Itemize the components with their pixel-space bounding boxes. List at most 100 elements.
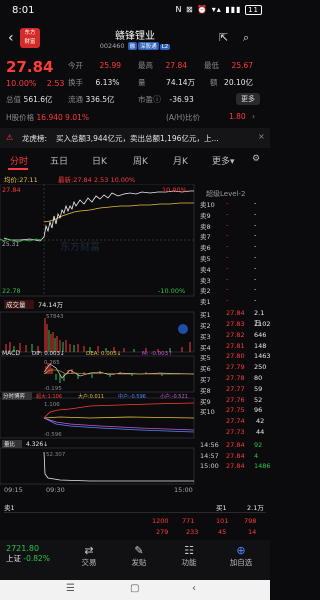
- bid-row: 买3 27.82 646: [200, 331, 270, 342]
- ask-row: 卖8 - -: [200, 221, 270, 232]
- macd-dif-line: [43, 363, 195, 379]
- stat-amount: 额 20.10亿: [210, 77, 253, 88]
- stat-float-label: 流通: [68, 95, 83, 104]
- level2-title[interactable]: 超级Level-2: [206, 189, 245, 199]
- dragon-tiger-banner[interactable]: ⚠ 龙虎榜: 买入总额3,944亿元，卖出总额1,196亿元，上... ×: [0, 128, 270, 148]
- flow-big-line: [43, 416, 195, 419]
- home-icon[interactable]: ▢: [130, 583, 139, 594]
- stat-pe: 市盈ⓘ -36.93: [138, 94, 194, 105]
- settings-gear-icon[interactable]: ⚙: [252, 154, 260, 164]
- stock-code: 002460: [99, 42, 125, 50]
- level-price: -: [226, 242, 229, 251]
- ask-row: 卖1 - -: [200, 296, 270, 307]
- menu-icon[interactable]: ☰: [66, 583, 75, 594]
- tab-5day[interactable]: 五日: [50, 154, 68, 167]
- add-watch-icon: ⊕: [236, 544, 246, 557]
- level-label: 卖1: [200, 298, 211, 307]
- level-volume: -: [254, 263, 257, 272]
- level-price: -: [226, 285, 229, 294]
- nav-post[interactable]: ✎ 发贴: [112, 544, 166, 568]
- ob-r2c2: 233: [186, 528, 199, 536]
- level-price: 27.76: [226, 395, 245, 404]
- play-icon[interactable]: [178, 324, 188, 334]
- tab-intraday[interactable]: 分时: [10, 154, 28, 167]
- time-axis-open: 09:30: [46, 486, 65, 494]
- macd-dea: DEA: 0.005↓: [86, 350, 121, 357]
- level-price: 27.80: [226, 352, 245, 361]
- level-volume: -: [254, 242, 257, 251]
- volume-bars: [5, 318, 191, 352]
- back-icon[interactable]: ‹: [192, 583, 196, 594]
- stat-turnover-label: 换手: [68, 78, 83, 87]
- level-label: 卖3: [200, 276, 211, 285]
- chart-tabs: 分时 五日 日K 周K 月K 更多▾ ⚙: [0, 150, 270, 170]
- level-price: 27.78: [226, 374, 245, 382]
- level-volume: -: [254, 274, 257, 283]
- bid-row: 买1 27.84 2.1万: [200, 309, 270, 327]
- tab-daily-k[interactable]: 日K: [92, 154, 107, 167]
- stat-turnover-value: 6.13%: [95, 78, 120, 87]
- level-volume: 250: [254, 363, 267, 372]
- stat-float-value: 336.5亿: [85, 95, 115, 104]
- trade-icon: ⇄: [84, 544, 94, 557]
- level-label: 买2: [200, 322, 211, 330]
- avg-label: 均价:27.11: [4, 174, 38, 184]
- level-volume: -: [254, 296, 257, 305]
- info-icon[interactable]: ⓘ: [153, 95, 161, 104]
- level-volume: -: [254, 231, 257, 240]
- ah-label: (A/H)比价: [166, 113, 201, 122]
- level-label: 卖4: [200, 265, 211, 274]
- ratio-pane-frame: [0, 447, 195, 485]
- avg-value: 27.11: [19, 176, 38, 184]
- nav-add-watch[interactable]: ⊕ 加自选: [214, 544, 268, 568]
- nav-trade-label: 交易: [81, 558, 97, 567]
- search-icon[interactable]: ⌕: [243, 31, 249, 45]
- index-name: 上证: [6, 554, 21, 563]
- level-label: 卖7: [200, 233, 211, 242]
- nav-function[interactable]: ☷ 功能: [162, 544, 216, 568]
- latest-value: 27.84: [73, 176, 92, 184]
- level-volume: 96: [254, 406, 263, 415]
- bid-row-extra: 27.74 42: [200, 417, 270, 428]
- nav-trade[interactable]: ⇄ 交易: [62, 544, 116, 568]
- change-pct: 10.00%: [6, 79, 37, 88]
- axis-top-right: 10.00%: [162, 186, 187, 194]
- level-volume: -: [254, 209, 257, 218]
- level-volume: 1102: [254, 320, 271, 328]
- flow-small-line: [43, 417, 195, 431]
- tick-volume: 1486: [254, 462, 271, 471]
- stat-amount-value: 20.10亿: [224, 78, 254, 87]
- chevron-right-icon: ›: [252, 112, 255, 121]
- tick-time: 15:00: [200, 462, 219, 471]
- flow-super-line: [43, 402, 195, 419]
- tick-row: 14:57 27.84 4: [200, 452, 270, 463]
- tab-weekly-k[interactable]: 周K: [133, 154, 148, 167]
- tab-more-label: 更多: [212, 157, 231, 167]
- stat-volume-label: 量: [138, 78, 146, 87]
- order-summary: 卖1 买1 2.1万 1200 771 101 798 279 233 45 1…: [4, 500, 266, 538]
- stat-high-value: 27.84: [165, 61, 188, 70]
- tab-monthly-k[interactable]: 月K: [173, 154, 188, 167]
- level-volume: 52: [254, 395, 263, 404]
- close-icon[interactable]: ×: [258, 132, 265, 141]
- more-stats-button[interactable]: 更多: [236, 93, 260, 105]
- stat-pe-label: 市盈: [138, 95, 153, 104]
- level-label: 卖2: [200, 287, 211, 296]
- stock-header: ‹ 东方 财富 赣锋锂业 002460 融深股通 L2 ⇱ ⌕: [0, 22, 270, 58]
- share-icon[interactable]: ⇱: [219, 31, 228, 44]
- index-ticker[interactable]: 2721.80 上证 -0.82%: [6, 544, 66, 564]
- level-price: 27.74: [226, 417, 245, 426]
- latest-label: 最新:: [58, 176, 74, 184]
- ratio-top: 52.307: [46, 452, 66, 458]
- macd-dif: DIF: 0.003↓: [32, 350, 65, 357]
- l2-tag: L2: [159, 44, 171, 50]
- hshare-line[interactable]: H股价格 16.940 9.01% (A/H)比价 1.80 ›: [6, 112, 264, 123]
- ob-r1c2: 771: [182, 517, 195, 525]
- intraday-chart[interactable]: 27.84 10.00% 25.31 22.78 -10.00% 东方财富 成交…: [0, 184, 200, 494]
- level-price: 27.79: [226, 363, 245, 372]
- nav-function-label: 功能: [181, 558, 197, 567]
- lhb-text: 买入总额3,944亿元，卖出总额1,196亿元，上...: [56, 134, 219, 143]
- tab-more[interactable]: 更多▾: [212, 154, 235, 167]
- bid-row: 买2 27.83 1102: [200, 320, 271, 331]
- ask-row: 卖10 - -: [200, 199, 270, 210]
